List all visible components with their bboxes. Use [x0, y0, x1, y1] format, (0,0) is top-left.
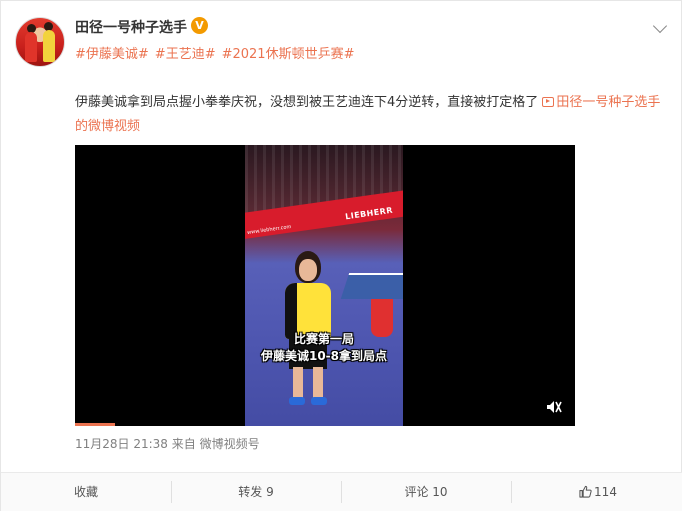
comment-label: 评论 10 [404, 485, 448, 499]
post-time[interactable]: 11月28日 21:38 [75, 437, 168, 451]
post-source[interactable]: 微博视频号 [200, 437, 260, 451]
video-frame: LIEBHERR www.liebherr.com 比赛第一局 伊藤美诚10-8… [245, 145, 403, 426]
post-source-prefix: 来自 [171, 437, 196, 451]
post-meta: 11月28日 21:38 来自 微博视频号 [75, 435, 260, 452]
video-progress-bar[interactable] [75, 423, 115, 426]
verified-badge-icon: V [191, 17, 208, 34]
weibo-post-card: 田径一号种子选手 V #伊藤美诚# #王艺迪# #2021休斯顿世乒赛# 伊藤美诚拿… [0, 0, 682, 511]
player-shoe [311, 397, 327, 405]
mute-icon[interactable] [545, 398, 563, 416]
favorite-button[interactable]: 收藏 [1, 473, 171, 511]
post-body-text: 伊藤美诚拿到局点握小拳拳庆祝，没想到被王艺迪连下4分逆转，直接被打定格了 [75, 95, 539, 110]
player-face [299, 259, 317, 281]
video-caption-line: 比赛第一局 [293, 332, 354, 346]
avatar[interactable] [15, 17, 65, 67]
ping-pong-table [340, 273, 403, 299]
avatar-figure [43, 30, 55, 62]
topic-tag[interactable]: #2021休斯顿世乒赛# [222, 47, 355, 62]
topic-tags: #伊藤美诚# #王艺迪# #2021休斯顿世乒赛# [75, 43, 360, 62]
repost-label: 转发 9 [238, 485, 274, 499]
player-leg [293, 367, 303, 401]
avatar-figure [25, 32, 37, 62]
like-count: 114 [594, 485, 617, 499]
favorite-label: 收藏 [73, 485, 98, 499]
video-player[interactable]: LIEBHERR www.liebherr.com 比赛第一局 伊藤美诚10-8… [75, 145, 575, 426]
player-leg [313, 367, 323, 401]
repost-button[interactable]: 转发 9 [171, 473, 341, 511]
like-button[interactable]: 114 [513, 473, 682, 511]
username[interactable]: 田径一号种子选手 [75, 17, 187, 37]
video-caption: 比赛第一局 伊藤美诚10-8拿到局点 [245, 331, 403, 365]
comment-button[interactable]: 评论 10 [341, 473, 511, 511]
chevron-down-icon[interactable] [652, 18, 668, 34]
topic-tag[interactable]: #王艺迪# [155, 47, 216, 62]
video-link-icon [542, 97, 555, 107]
topic-tag[interactable]: #伊藤美诚# [75, 47, 149, 62]
player-shoe [289, 397, 305, 405]
post-text: 伊藤美诚拿到局点握小拳拳庆祝，没想到被王艺迪连下4分逆转，直接被打定格了 田径一… [75, 91, 667, 139]
thumbs-up-icon [579, 485, 592, 498]
action-bar: 收藏 转发 9 评论 10 114 [1, 472, 682, 511]
action-divider [511, 481, 512, 503]
video-caption-line: 伊藤美诚10-8拿到局点 [260, 349, 388, 363]
